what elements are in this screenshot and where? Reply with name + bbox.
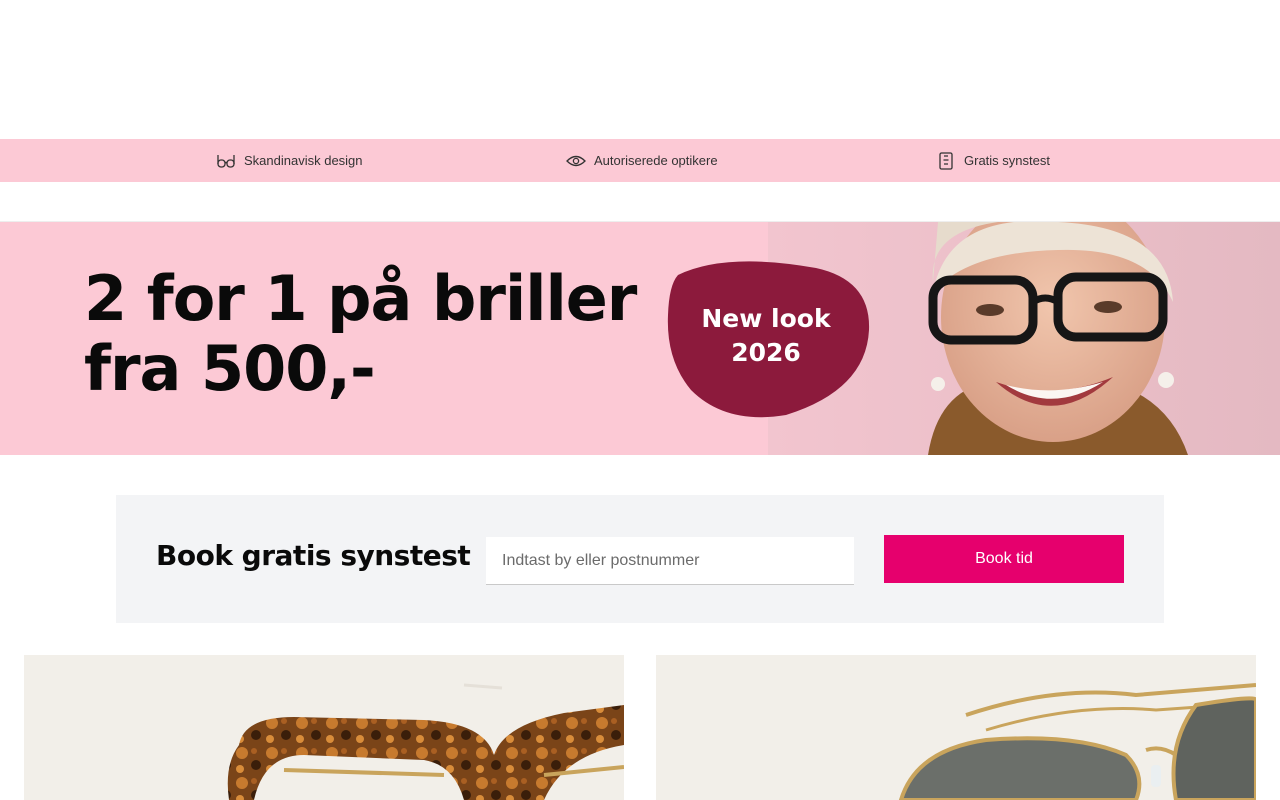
tortoiseshell-glasses-image — [227, 683, 624, 800]
usp-label: Gratis synstest — [964, 153, 1050, 168]
eye-icon — [565, 152, 587, 170]
booking-title: Book gratis synstest — [156, 539, 471, 572]
book-appointment-button[interactable]: Book tid — [884, 535, 1124, 583]
product-card-aviator[interactable] — [656, 655, 1256, 800]
aviator-sunglasses-image — [898, 683, 1256, 800]
glasses-icon — [215, 152, 237, 170]
usp-authorized-opticians: Autoriserede optikere — [565, 139, 718, 182]
usp-bar: Skandinavisk design Autoriserede optiker… — [0, 139, 1280, 182]
usp-free-eye-test: Gratis synstest — [935, 139, 1050, 182]
badge-line-1: New look — [701, 304, 831, 333]
hero-banner[interactable]: 2 for 1 på briller fra 500,- New look 20… — [0, 222, 1280, 455]
badge-line-2: 2026 — [731, 338, 801, 367]
product-card-tortoiseshell[interactable] — [24, 655, 624, 800]
hero-headline-line-1: 2 for 1 på briller — [84, 262, 637, 335]
location-search-input[interactable] — [486, 537, 854, 585]
usp-scandinavian-design: Skandinavisk design — [215, 139, 363, 182]
hero-headline-line-2: fra 500,- — [84, 332, 376, 405]
site-header — [0, 0, 1280, 139]
eye-chart-icon — [935, 151, 957, 170]
usp-label: Skandinavisk design — [244, 153, 363, 168]
booking-panel: Book gratis synstest Book tid — [116, 495, 1164, 623]
nav-spacer — [0, 182, 1280, 222]
hero-headline: 2 for 1 på briller fra 500,- — [84, 264, 684, 404]
usp-label: Autoriserede optikere — [594, 153, 718, 168]
badge-text: New look 2026 — [666, 302, 866, 370]
